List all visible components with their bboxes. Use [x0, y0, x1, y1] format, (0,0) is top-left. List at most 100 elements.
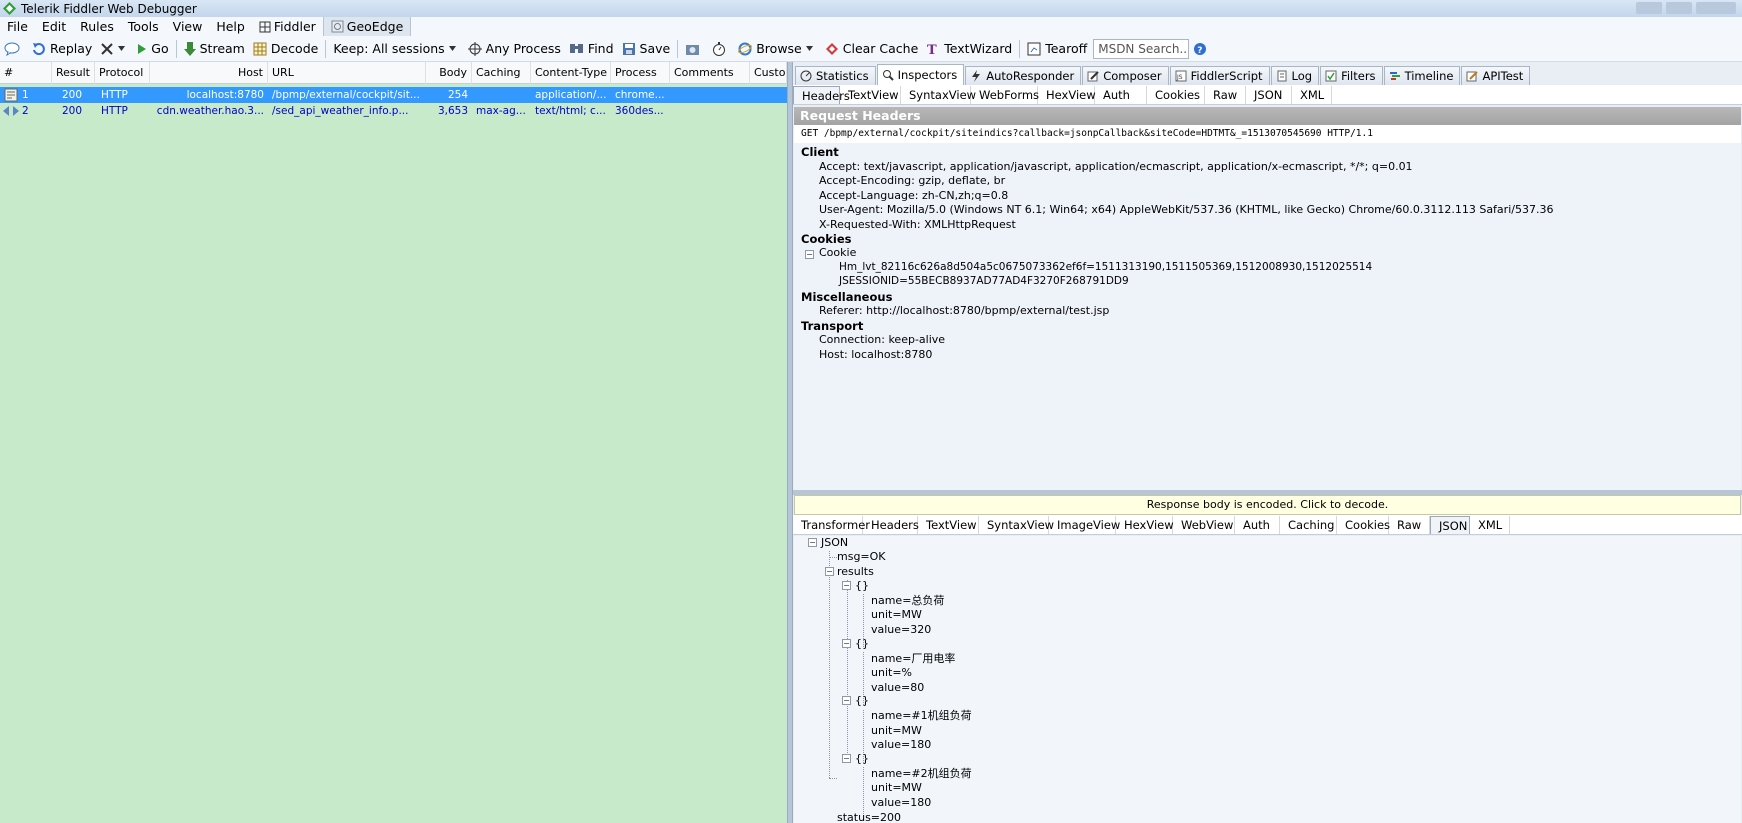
req-tab-webforms[interactable]: WebForms: [971, 85, 1039, 104]
resp-tab-caching[interactable]: Caching: [1280, 515, 1337, 534]
fiddler-grid-icon: [259, 21, 271, 32]
menu-fiddler[interactable]: Fiddler: [252, 17, 323, 36]
tab-autoresponder[interactable]: AutoResponder: [965, 66, 1082, 85]
resp-tab-raw[interactable]: Raw: [1389, 515, 1430, 534]
session-url: /sed_api_weather_info.p...: [272, 105, 409, 117]
maximize-button[interactable]: [1666, 2, 1692, 14]
tab-filters[interactable]: Filters: [1320, 66, 1383, 85]
col-header-custom[interactable]: Custo: [750, 62, 787, 84]
session-row[interactable]: 1 200 HTTP localhost:8780 /bpmp/external…: [0, 87, 787, 103]
tab-composer[interactable]: Composer: [1082, 66, 1169, 85]
menu-tools[interactable]: Tools: [121, 17, 166, 36]
save-label: Save: [639, 41, 671, 56]
collapse-toggle[interactable]: −: [805, 250, 814, 259]
tab-apitest[interactable]: APITest: [1461, 66, 1531, 85]
menu-geoedge[interactable]: GeoEdge: [322, 17, 412, 36]
collapse-toggle[interactable]: −: [808, 538, 817, 547]
session-num: 2: [22, 105, 29, 117]
menu-view[interactable]: View: [166, 17, 210, 36]
stream-button[interactable]: Stream: [180, 37, 249, 61]
resp-tab-transformer[interactable]: Transformer: [793, 515, 870, 534]
session-row[interactable]: 2 200 HTTP cdn.weather.hao.3... /sed_api…: [0, 103, 787, 119]
collapse-toggle[interactable]: −: [842, 581, 851, 590]
help-button[interactable]: ?: [1189, 37, 1215, 61]
textwizard-button[interactable]: T TextWizard: [922, 37, 1016, 61]
col-header-num[interactable]: #: [0, 62, 52, 84]
tab-statistics[interactable]: Statistics: [795, 66, 876, 85]
any-process-button[interactable]: Any Process: [464, 37, 565, 61]
cookie-hm-lvt: Hm_lvt_82116c626a8d504a5c0675073362ef6f=…: [839, 261, 1373, 273]
req-tab-xml[interactable]: XML: [1292, 85, 1332, 104]
resp-tab-cookies[interactable]: Cookies: [1337, 515, 1390, 534]
menu-help[interactable]: Help: [209, 17, 252, 36]
timer-button[interactable]: [708, 37, 734, 61]
cookie-jsessionid: JSESSIONID=55BECB8937AD77AD4F3270F268791…: [839, 275, 1129, 287]
find-button[interactable]: Find: [565, 37, 618, 61]
col-header-content-type[interactable]: Content-Type: [531, 62, 611, 84]
session-content-type: application/...: [535, 89, 607, 101]
req-tab-raw[interactable]: Raw: [1205, 85, 1246, 104]
keep-sessions-dropdown[interactable]: Keep: All sessions: [329, 37, 463, 61]
text-wizard-icon: T: [927, 43, 937, 56]
collapse-toggle[interactable]: −: [842, 696, 851, 705]
session-protocol: HTTP: [101, 89, 128, 101]
header-accept-encoding: Accept-Encoding: gzip, deflate, br: [819, 174, 1006, 187]
col-header-protocol[interactable]: Protocol: [95, 62, 150, 84]
request-headers-title: Request Headers: [794, 107, 1741, 125]
tearoff-button[interactable]: Tearoff: [1023, 37, 1091, 61]
collapse-toggle[interactable]: −: [842, 639, 851, 648]
resp-tab-json[interactable]: JSON: [1430, 515, 1470, 534]
svg-text:?: ?: [1197, 46, 1202, 56]
go-button[interactable]: Go: [133, 37, 172, 61]
tab-fiddlerscript[interactable]: JS FiddlerScript: [1169, 66, 1270, 85]
col-header-url[interactable]: URL: [268, 62, 426, 84]
req-tab-hexview[interactable]: HexView: [1038, 85, 1096, 104]
browse-button[interactable]: Browse: [734, 37, 821, 61]
tab-inspectors[interactable]: Inspectors: [876, 64, 965, 85]
col-header-result[interactable]: Result: [52, 62, 95, 84]
tab-log[interactable]: Log: [1270, 66, 1320, 85]
req-tab-textview[interactable]: TextView: [840, 85, 901, 104]
req-tab-syntaxview[interactable]: SyntaxView: [901, 85, 976, 104]
req-tab-auth[interactable]: Auth: [1095, 85, 1147, 104]
col-header-caching[interactable]: Caching: [472, 62, 531, 84]
toolbar-separator: [1019, 39, 1021, 58]
save-button[interactable]: Save: [618, 37, 675, 61]
menu-file[interactable]: File: [0, 17, 35, 36]
comment-button[interactable]: [0, 37, 28, 61]
resp-tab-syntaxview[interactable]: SyntaxView: [979, 515, 1054, 534]
screenshot-button[interactable]: [681, 37, 708, 61]
menu-rules[interactable]: Rules: [73, 17, 121, 36]
req-tab-headers[interactable]: Headers: [793, 85, 850, 104]
msdn-search-input[interactable]: MSDN Search...: [1093, 38, 1190, 59]
col-header-body[interactable]: Body: [426, 62, 472, 84]
decode-notice-bar[interactable]: Response body is encoded. Click to decod…: [794, 495, 1741, 515]
close-window-button[interactable]: [1696, 2, 1736, 14]
resp-tab-textview[interactable]: TextView: [918, 515, 979, 534]
tab-timeline[interactable]: Timeline: [1383, 66, 1461, 85]
menu-edit[interactable]: Edit: [35, 17, 73, 36]
resp-tab-headers[interactable]: Headers: [863, 515, 919, 534]
resp-tab-xml[interactable]: XML: [1470, 515, 1510, 534]
minimize-button[interactable]: [1636, 2, 1662, 14]
resp-tab-auth[interactable]: Auth: [1235, 515, 1280, 534]
remove-button[interactable]: [96, 37, 133, 61]
resp-tab-imageview[interactable]: ImageView: [1049, 515, 1120, 534]
clear-cache-button[interactable]: Clear Cache: [821, 37, 923, 61]
collapse-toggle[interactable]: −: [842, 754, 851, 763]
decode-button[interactable]: Decode: [249, 37, 322, 61]
col-header-process[interactable]: Process: [611, 62, 670, 84]
tree-line: [829, 557, 837, 558]
resp-tab-webview[interactable]: WebView: [1173, 515, 1235, 534]
tab-log-label: Log: [1291, 69, 1313, 83]
req-tab-cookies[interactable]: Cookies: [1147, 85, 1205, 104]
replay-button[interactable]: Replay: [28, 37, 96, 61]
session-result: 200: [62, 105, 83, 117]
req-tab-json[interactable]: JSON: [1246, 85, 1292, 104]
col-header-host[interactable]: Host: [150, 62, 268, 84]
resp-tab-hexview[interactable]: HexView: [1116, 515, 1174, 534]
collapse-toggle[interactable]: −: [825, 567, 834, 576]
col-header-comments[interactable]: Comments: [670, 62, 750, 84]
inspector-pane: Statistics Inspectors AutoResponder Comp…: [793, 62, 1742, 823]
main-toolbar: Replay Go Stream Decode Keep: All sessio…: [0, 36, 1742, 62]
